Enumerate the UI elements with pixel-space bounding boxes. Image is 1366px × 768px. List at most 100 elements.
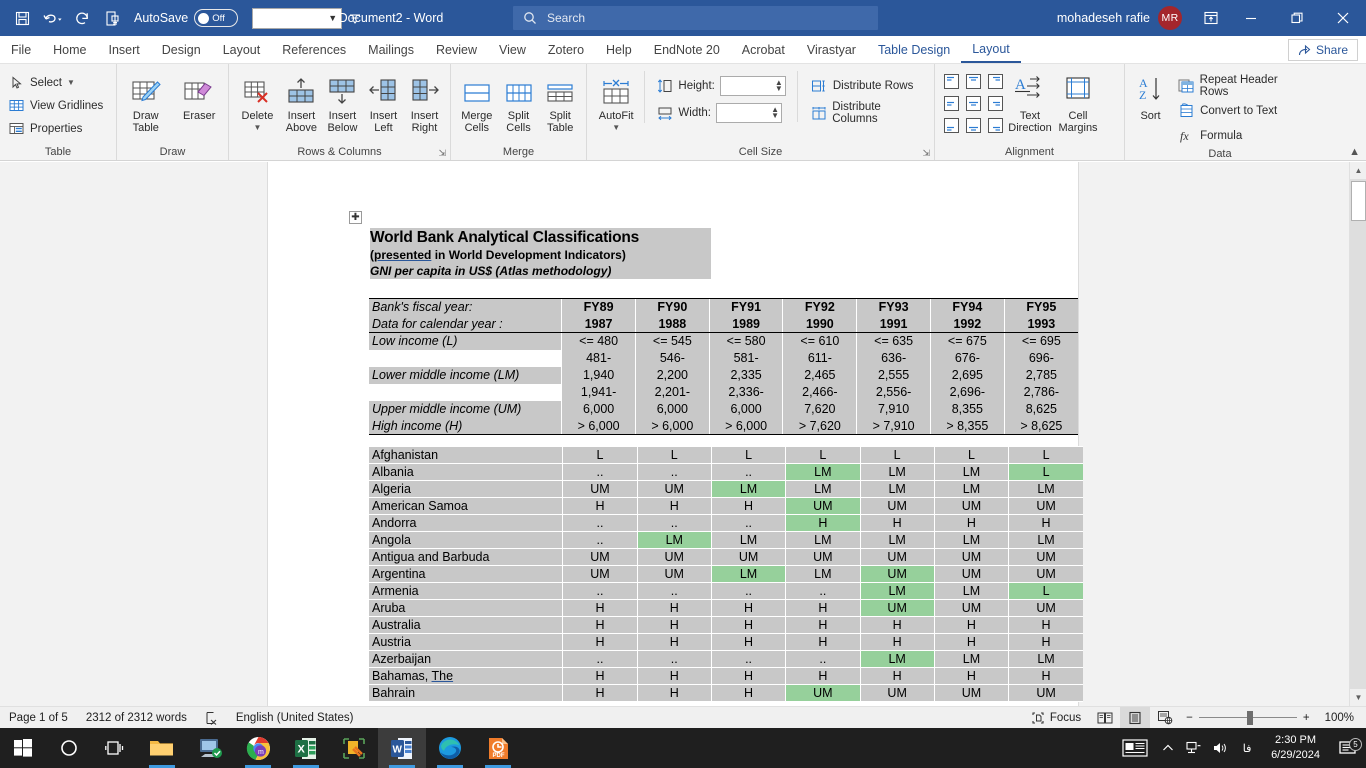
tab-design[interactable]: Design [151,36,212,63]
presented-link[interactable]: presented [374,248,431,262]
zoom-thumb[interactable] [1246,710,1253,725]
web-layout-icon[interactable] [1150,707,1180,729]
spinner-icon[interactable]: ▲ ▼ [771,106,779,120]
column-width-input[interactable]: ▲ ▼ [716,103,782,123]
tab-view[interactable]: View [488,36,537,63]
text-direction-button[interactable]: A Text Direction [1006,70,1054,134]
zoom-in-button[interactable]: + [1297,707,1316,729]
align-top-right-button[interactable] [984,70,1006,92]
eraser-button[interactable]: Eraser [176,71,224,122]
align-center-right-button[interactable] [984,92,1006,114]
start-button[interactable] [0,728,46,768]
share-button[interactable]: Share [1287,39,1358,61]
remote-desktop-icon[interactable] [186,728,234,768]
tab-home[interactable]: Home [42,36,97,63]
chrome-icon[interactable]: m [234,728,282,768]
task-view-icon[interactable] [92,728,138,768]
repeat-header-rows-button[interactable]: Repeat Header Rows [1175,74,1310,98]
insert-left-button[interactable]: Insert Left [363,71,404,134]
restore-button[interactable] [1274,0,1320,36]
clock[interactable]: 2:30 PM 6/29/2024 [1261,733,1330,763]
dialog-launcher-icon[interactable]: ⇲ [438,148,446,159]
language-indicator[interactable]: فا [1233,742,1261,755]
tab-file[interactable]: File [0,36,42,63]
insert-right-button[interactable]: Insert Right [404,71,445,134]
spinner-icon[interactable]: ▲ ▼ [775,79,783,93]
tab-acrobat[interactable]: Acrobat [731,36,796,63]
country-name-link[interactable]: The [432,669,454,683]
zoom-slider[interactable] [1198,707,1297,729]
align-bottom-right-button[interactable] [984,114,1006,136]
save-icon[interactable] [8,5,36,31]
align-bottom-left-button[interactable] [940,114,962,136]
distribute-columns-button[interactable]: Distribute Columns [808,101,929,125]
print-layout-icon[interactable] [1120,706,1151,729]
ribbon-display-options-icon[interactable] [1194,2,1228,34]
scroll-track[interactable] [1350,179,1366,689]
language-indicator[interactable]: English (United States) [227,707,363,729]
tab-help[interactable]: Help [595,36,643,63]
tab-mailings[interactable]: Mailings [357,36,425,63]
customize-qat-icon[interactable] [342,11,368,25]
cell-margins-button[interactable]: Cell Margins [1054,70,1102,134]
scroll-up-icon[interactable]: ▲ [1350,162,1366,179]
align-bottom-center-button[interactable] [962,114,984,136]
proofing-errors-icon[interactable] [196,707,227,729]
excel-icon[interactable]: X [282,728,330,768]
vertical-scrollbar[interactable]: ▲ ▼ [1349,162,1366,706]
edge-icon[interactable] [426,728,474,768]
draw-table-button[interactable]: Draw Table [122,71,170,134]
cortana-search-icon[interactable] [46,728,92,768]
search-input[interactable]: Search [513,6,878,30]
convert-to-text-button[interactable]: Convert to Text [1175,99,1310,122]
autofit-button[interactable]: AutoFit ▼ [592,71,640,134]
distribute-rows-button[interactable]: Distribute Rows [808,77,929,95]
document-page[interactable]: ✚ World Bank Analytical Classifications … [267,162,1083,706]
redo-icon[interactable] [68,5,96,31]
notifications-icon[interactable]: 5 [1330,737,1366,757]
tab-review[interactable]: Review [425,36,488,63]
show-hidden-icons[interactable] [1155,742,1181,754]
dialog-launcher-icon[interactable]: ⇲ [922,148,930,159]
zoom-level[interactable]: 100% [1316,707,1366,729]
scroll-thumb[interactable] [1351,181,1366,221]
delete-table-button[interactable]: Delete ▼ [234,71,281,134]
minimize-button[interactable] [1228,0,1274,36]
split-table-button[interactable]: Split Table [539,71,581,134]
align-top-left-button[interactable] [940,70,962,92]
close-button[interactable] [1320,0,1366,36]
pdf-icon[interactable]: PDF [474,728,522,768]
focus-button[interactable]: Focus [1022,707,1090,729]
zoom-out-button[interactable]: − [1180,707,1199,729]
page-indicator[interactable]: Page 1 of 5 [0,707,77,729]
file-explorer-icon[interactable] [138,728,186,768]
sort-button[interactable]: AZ Sort [1130,71,1171,122]
collapse-ribbon-icon[interactable]: ▲ [1349,146,1360,158]
volume-icon[interactable] [1207,741,1233,755]
quick-access-combo[interactable]: ▼ [252,7,343,29]
scroll-down-icon[interactable]: ▼ [1350,689,1366,706]
tab-table-layout[interactable]: Layout [961,36,1021,63]
word-count[interactable]: 2312 of 2312 words [77,707,196,729]
split-cells-button[interactable]: Split Cells [498,71,540,134]
read-mode-icon[interactable] [1090,707,1120,729]
app-builder-icon[interactable] [330,728,378,768]
merge-cells-button[interactable]: Merge Cells [456,71,498,134]
align-center-button[interactable] [962,92,984,114]
tab-references[interactable]: References [271,36,357,63]
table-properties-button[interactable]: Properties [5,117,85,140]
print-preview-icon[interactable] [98,5,126,31]
view-gridlines-button[interactable]: View Gridlines [5,94,106,117]
row-height-input[interactable]: ▲ ▼ [719,76,786,96]
tab-layout[interactable]: Layout [212,36,272,63]
undo-icon[interactable] [38,5,66,31]
tab-table-design[interactable]: Table Design [867,36,961,63]
tab-virastyar[interactable]: Virastyar [796,36,867,63]
network-icon[interactable] [1181,741,1207,755]
insert-below-button[interactable]: Insert Below [322,71,363,134]
formula-button[interactable]: fx Formula [1175,124,1310,147]
tab-endnote[interactable]: EndNote 20 [643,36,731,63]
word-icon[interactable]: W [378,728,426,768]
select-button[interactable]: Select ▼ [5,71,78,94]
align-center-left-button[interactable] [940,92,962,114]
